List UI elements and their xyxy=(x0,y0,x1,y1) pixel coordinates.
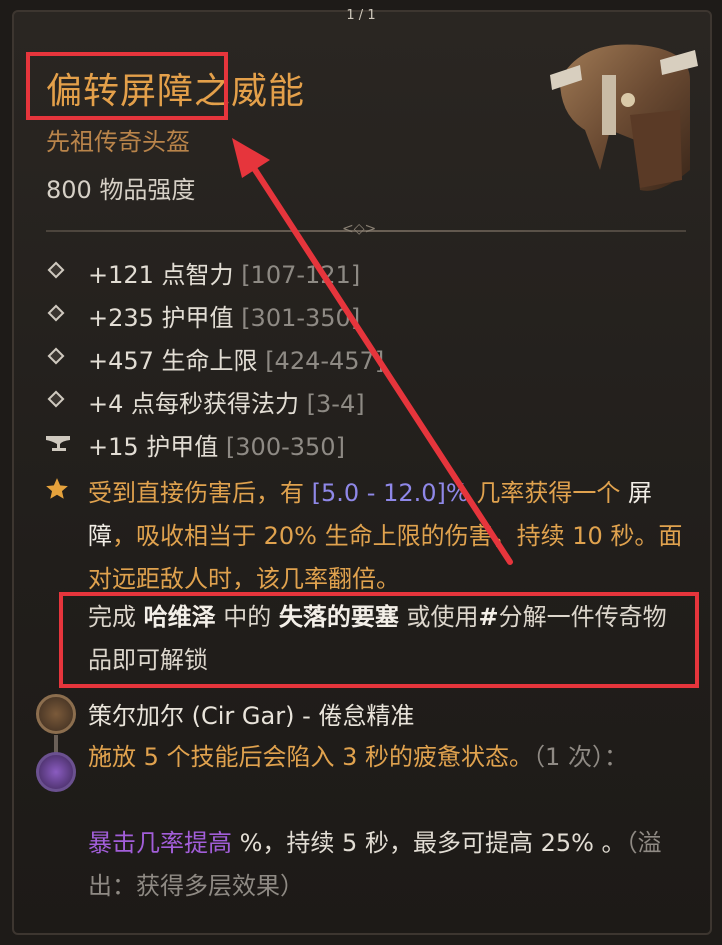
annotation-box-unlock xyxy=(59,592,699,688)
stat-line: +457 生命上限 [424-457] xyxy=(88,347,385,375)
rune-name: 策尔加尔 (Cir Gar) - 倦怠精准 xyxy=(88,702,415,730)
rune-invocation-icon xyxy=(36,752,76,792)
divider-ornament: <◇> xyxy=(342,221,377,237)
rune-effect: 暴击几率提高 %，持续 5 秒，最多可提高 25% 。（溢出：获得多层效果） xyxy=(88,829,662,900)
diamond-bullet-icon xyxy=(47,304,65,322)
legendary-affix: 受到直接伤害后，有 [5.0 - 12.0]% 几率获得一个 屏障，吸收相当于 … xyxy=(88,479,683,593)
stat-line: +121 点智力 [107-121] xyxy=(88,261,361,289)
item-power: 800 物品强度 xyxy=(46,176,196,204)
rune-ritual-icon xyxy=(36,694,76,734)
stat-line: +15 护甲值 [300-350] xyxy=(88,433,345,461)
stat-line: +235 护甲值 [301-350] xyxy=(88,304,361,332)
diamond-bullet-icon xyxy=(47,261,65,279)
diamond-bullet-icon xyxy=(47,390,65,408)
star-icon xyxy=(46,478,68,499)
diamond-bullet-icon xyxy=(47,347,65,365)
helmet-icon xyxy=(550,44,698,191)
item-type: 先祖传奇头盔 xyxy=(46,128,190,156)
annotation-box-title xyxy=(26,52,228,120)
rune-description: 施放 5 个技能后会陷入 3 秒的疲惫状态。（1 次）： xyxy=(88,743,628,771)
stat-line: +4 点每秒获得法力 [3-4] xyxy=(88,390,365,418)
anvil-icon xyxy=(46,436,70,451)
